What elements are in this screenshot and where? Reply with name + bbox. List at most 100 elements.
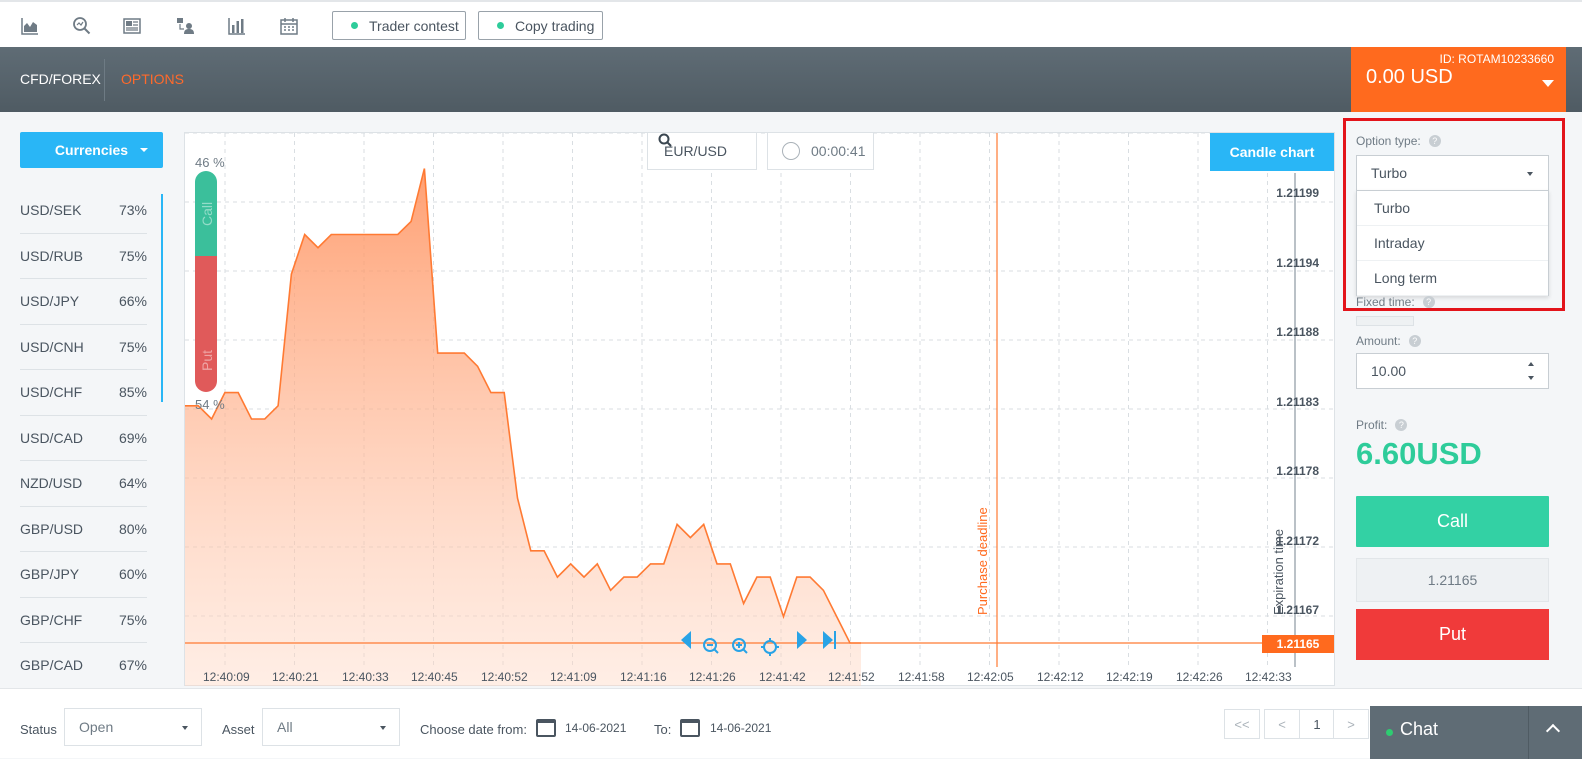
asset-list-scrollbar[interactable] xyxy=(161,194,163,402)
list-item[interactable]: GBP/CAD 67% xyxy=(20,643,147,689)
countdown-timer: 00:00:41 xyxy=(767,133,874,170)
fixed-time-label: Fixed time: xyxy=(1356,295,1415,309)
x-tick-label: 12:41:58 xyxy=(898,670,945,684)
asset-payout: 75% xyxy=(118,338,147,355)
decrement-icon[interactable] xyxy=(1528,376,1534,380)
news-icon[interactable] xyxy=(122,16,142,36)
tab-options[interactable]: OPTIONS xyxy=(121,71,184,87)
candle-chart-button[interactable]: Candle chart xyxy=(1210,133,1334,171)
pager-next-button[interactable]: > xyxy=(1333,709,1369,739)
asset-label: Asset xyxy=(222,722,255,737)
status-dot-icon xyxy=(351,22,358,29)
help-icon[interactable]: ? xyxy=(1395,419,1408,431)
x-tick-label: 12:40:21 xyxy=(272,670,319,684)
asset-payout: 75% xyxy=(118,247,147,264)
pager-current-page[interactable]: 1 xyxy=(1299,709,1335,739)
account-balance-dropdown[interactable]: ID: ROTAM10233660 0.00 USD xyxy=(1351,47,1566,112)
symbol-label: EUR/USD xyxy=(664,143,728,159)
copy-trading-button[interactable]: Copy trading xyxy=(478,11,603,40)
tab-cfd-forex[interactable]: CFD/FOREX xyxy=(20,71,101,87)
calendar-icon[interactable] xyxy=(680,719,700,737)
analysis-search-icon[interactable] xyxy=(72,16,92,36)
price-area xyxy=(185,168,861,687)
search-icon[interactable] xyxy=(658,133,672,147)
status-value: Open xyxy=(79,719,114,735)
chart-canvas xyxy=(185,133,1336,687)
clock-icon xyxy=(782,142,800,160)
fixed-time-selector[interactable] xyxy=(1356,316,1414,326)
option-long-term[interactable]: Long term xyxy=(1357,261,1548,296)
list-item[interactable]: GBP/CHF 75% xyxy=(20,598,147,643)
help-icon[interactable]: ? xyxy=(1408,335,1421,347)
option-type-dropdown-menu: Turbo Intraday Long term xyxy=(1356,190,1549,296)
date-from-value[interactable]: 14-06-2021 xyxy=(565,721,626,735)
x-tick-label: 12:40:09 xyxy=(203,670,250,684)
account-id: ID: ROTAM10233660 xyxy=(1439,52,1555,66)
asset-name: USD/CNH xyxy=(20,338,84,355)
list-item[interactable]: GBP/JPY 60% xyxy=(20,552,147,598)
y-tick-label: 1.21188 xyxy=(1276,325,1319,339)
amount-stepper[interactable]: 10.00 xyxy=(1356,353,1549,389)
trader-contest-button[interactable]: Trader contest xyxy=(332,11,466,40)
list-item[interactable]: USD/SEK 73% xyxy=(20,188,147,234)
list-item[interactable]: NZD/USD 64% xyxy=(20,461,147,507)
asset-name: USD/RUB xyxy=(20,247,84,264)
asset-payout: 75% xyxy=(118,611,147,628)
put-button[interactable]: Put xyxy=(1356,609,1549,660)
call-put-sentiment-bar: Call Put xyxy=(195,171,217,392)
put-sentiment-label: Put xyxy=(199,349,215,371)
chevron-down-icon[interactable] xyxy=(1542,80,1554,87)
chat-button[interactable]: Chat xyxy=(1370,706,1582,759)
help-icon[interactable]: ? xyxy=(1422,296,1435,308)
option-intraday[interactable]: Intraday xyxy=(1357,226,1548,261)
x-tick-label: 12:41:26 xyxy=(689,670,736,684)
help-icon[interactable]: ? xyxy=(1428,135,1441,147)
symbol-search-field[interactable]: EUR/USD xyxy=(647,133,757,170)
copy-trading-label: Copy trading xyxy=(515,17,595,34)
profit-value: 6.60USD xyxy=(1356,436,1482,471)
x-tick-label: 12:42:26 xyxy=(1176,670,1223,684)
pager-first-button[interactable]: << xyxy=(1224,709,1260,739)
date-from-label: Choose date from: xyxy=(420,722,527,737)
category-dropdown-button[interactable]: Currencies xyxy=(20,132,163,168)
asset-select[interactable]: All xyxy=(262,708,400,746)
status-select[interactable]: Open xyxy=(64,708,202,746)
list-item[interactable]: USD/CNH 75% xyxy=(20,325,147,370)
asset-payout: 85% xyxy=(118,384,147,401)
call-button[interactable]: Call xyxy=(1356,496,1549,547)
status-label: Status xyxy=(20,722,57,737)
chat-divider xyxy=(1528,706,1529,759)
x-tick-label: 12:41:09 xyxy=(550,670,597,684)
asset-name: USD/JPY xyxy=(20,293,80,310)
put-sentiment-segment: Put xyxy=(195,256,217,392)
option-turbo[interactable]: Turbo xyxy=(1357,191,1548,226)
calendar-icon[interactable] xyxy=(279,16,299,36)
chart-area-icon[interactable] xyxy=(20,16,40,36)
option-type-select[interactable]: Turbo xyxy=(1356,155,1549,191)
x-tick-label: 12:41:16 xyxy=(620,670,667,684)
option-type-label: Option type: xyxy=(1356,134,1421,148)
users-network-icon[interactable] xyxy=(175,16,195,36)
bar-chart-icon[interactable] xyxy=(227,16,247,36)
increment-icon[interactable] xyxy=(1528,362,1534,366)
list-item[interactable]: USD/CAD 69% xyxy=(20,416,147,461)
list-item[interactable]: USD/RUB 75% xyxy=(20,234,147,279)
chevron-down-icon xyxy=(182,726,188,730)
list-item[interactable]: USD/JPY 66% xyxy=(20,279,147,325)
x-tick-label: 12:41:42 xyxy=(759,670,806,684)
timer-value: 00:00:41 xyxy=(811,143,866,159)
price-chart[interactable]: EUR/USD 00:00:41 Candle chart 46 % Call … xyxy=(184,132,1336,687)
calendar-icon[interactable] xyxy=(536,719,556,737)
chevron-up-icon[interactable] xyxy=(1545,723,1561,739)
list-item[interactable]: GBP/USD 80% xyxy=(20,507,147,552)
option-type-label-row: Option type:? xyxy=(1356,134,1441,148)
list-item[interactable]: USD/CHF 85% xyxy=(20,370,147,416)
asset-payout: 80% xyxy=(118,520,147,537)
asset-payout: 64% xyxy=(118,475,147,492)
profit-label: Profit: xyxy=(1356,418,1388,432)
date-to-value[interactable]: 14-06-2021 xyxy=(710,721,771,735)
trader-contest-label: Trader contest xyxy=(369,17,459,34)
pager-prev-button[interactable]: < xyxy=(1264,709,1300,739)
date-to-label: To: xyxy=(654,722,672,737)
balance-amount: 0.00 USD xyxy=(1366,66,1453,88)
